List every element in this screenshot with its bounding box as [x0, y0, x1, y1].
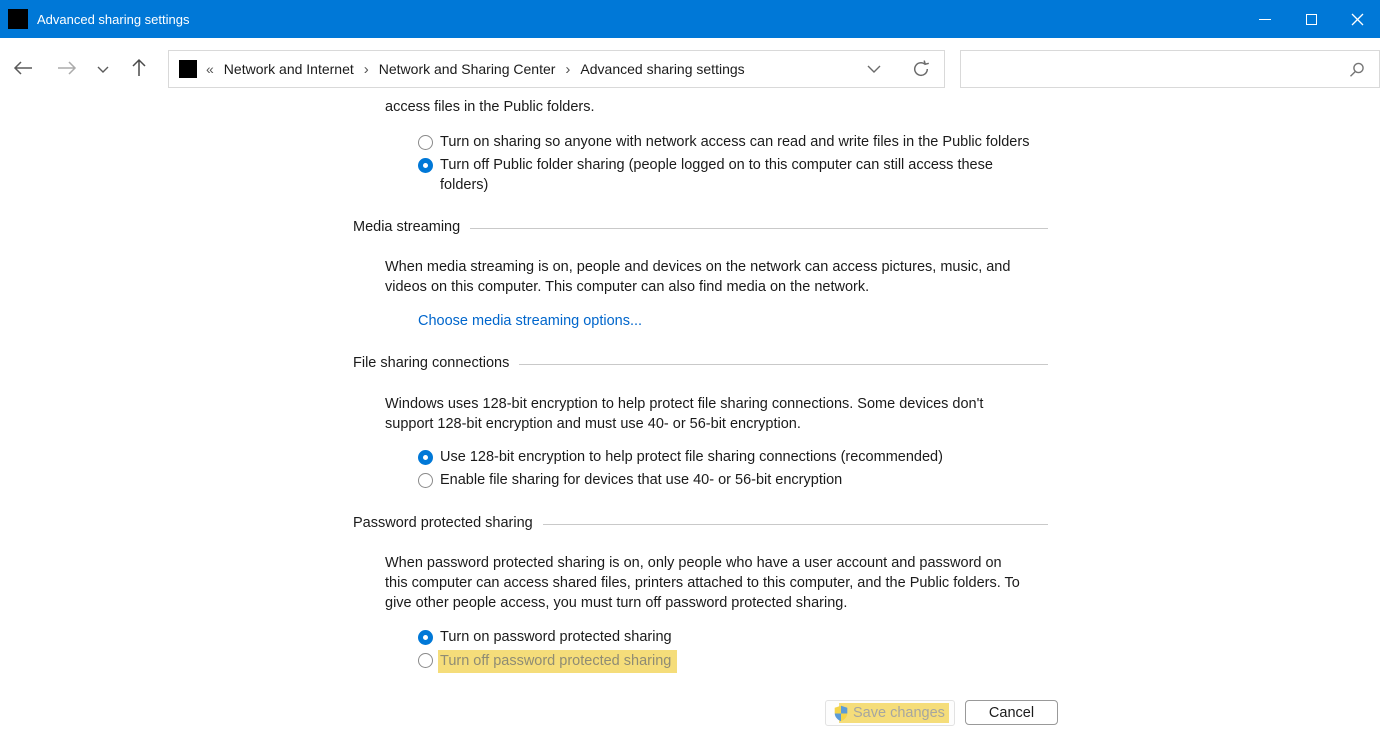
radio-label[interactable]: Turn off Public folder sharing (people l…	[440, 155, 993, 195]
file-sharing-options: Use 128-bit encryption to help protect f…	[418, 447, 943, 493]
up-button[interactable]	[131, 58, 147, 77]
location-icon	[179, 60, 197, 78]
breadcrumb-separator: ›	[364, 61, 369, 78]
back-button[interactable]	[12, 60, 34, 76]
caption-buttons	[1242, 0, 1380, 38]
save-changes-label: Save changes	[853, 705, 945, 721]
close-button[interactable]	[1334, 0, 1380, 38]
breadcrumb-separator: ›	[565, 61, 570, 78]
public-folder-sharing-options: Turn on sharing so anyone with network a…	[418, 132, 1029, 195]
cancel-button[interactable]: Cancel	[965, 700, 1058, 725]
breadcrumb-item-network-and-internet[interactable]: Network and Internet	[224, 61, 354, 77]
section-heading-password-protected-sharing: Password protected sharing	[353, 515, 1048, 531]
minimize-icon	[1259, 19, 1271, 20]
navigation-toolbar: « Network and Internet › Network and Sha…	[0, 38, 1380, 96]
minimize-button[interactable]	[1242, 0, 1288, 38]
radio-label[interactable]: Use 128-bit encryption to help protect f…	[440, 447, 943, 467]
recent-locations-dropdown[interactable]	[97, 66, 109, 74]
app-icon	[8, 9, 28, 29]
radio-row-use-128-bit-encryption[interactable]: Use 128-bit encryption to help protect f…	[418, 447, 943, 470]
radio-button-selected[interactable]	[418, 630, 433, 645]
address-dropdown-icon[interactable]	[867, 65, 881, 74]
password-sharing-description: When password protected sharing is on, o…	[385, 553, 1020, 613]
radio-label[interactable]: Turn on password protected sharing	[440, 627, 672, 647]
maximize-button[interactable]	[1288, 0, 1334, 38]
window-title: Advanced sharing settings	[37, 12, 189, 27]
section-title: File sharing connections	[353, 355, 509, 371]
radio-row-turn-on-password-protected-sharing[interactable]: Turn on password protected sharing	[418, 627, 677, 650]
forward-button[interactable]	[56, 60, 78, 76]
radio-row-turn-off-password-protected-sharing[interactable]: Turn off password protected sharing	[418, 650, 677, 673]
radio-label[interactable]: Turn on sharing so anyone with network a…	[440, 132, 1029, 152]
refresh-icon[interactable]	[911, 59, 931, 79]
save-changes-button[interactable]: Save changes	[825, 700, 955, 726]
section-title: Media streaming	[353, 219, 460, 235]
uac-shield-icon	[833, 705, 849, 722]
titlebar: Advanced sharing settings	[0, 0, 1380, 38]
radio-label[interactable]: Enable file sharing for devices that use…	[440, 470, 842, 490]
password-sharing-options: Turn on password protected sharing Turn …	[418, 627, 677, 673]
section-rule	[519, 364, 1048, 365]
public-folder-description-tail: access files in the Public folders.	[385, 99, 595, 115]
radio-button-selected[interactable]	[418, 450, 433, 465]
radio-row-turn-on-public-folder-sharing[interactable]: Turn on sharing so anyone with network a…	[418, 132, 1029, 155]
radio-button-unselected[interactable]	[418, 653, 433, 668]
breadcrumb-item-network-sharing-center[interactable]: Network and Sharing Center	[379, 61, 556, 77]
close-icon	[1351, 13, 1364, 26]
breadcrumb-overflow-icon[interactable]: «	[206, 61, 214, 77]
section-rule	[470, 228, 1048, 229]
radio-label-highlighted[interactable]: Turn off password protected sharing	[438, 650, 677, 673]
choose-media-streaming-options-link[interactable]: Choose media streaming options...	[418, 313, 642, 329]
section-heading-file-sharing-connections: File sharing connections	[353, 355, 1048, 371]
maximize-icon	[1306, 14, 1317, 25]
advanced-sharing-settings-window: Advanced sharing settings « Network and …	[0, 0, 1380, 733]
address-bar[interactable]: « Network and Internet › Network and Sha…	[168, 50, 945, 88]
search-input[interactable]	[961, 51, 1349, 87]
section-rule	[543, 524, 1048, 525]
radio-button-unselected[interactable]	[418, 473, 433, 488]
media-streaming-description: When media streaming is on, people and d…	[385, 257, 1010, 297]
search-box[interactable]	[960, 50, 1380, 88]
radio-row-enable-40-56-bit-encryption[interactable]: Enable file sharing for devices that use…	[418, 470, 943, 493]
section-title: Password protected sharing	[353, 515, 533, 531]
breadcrumb-item-advanced-sharing-settings[interactable]: Advanced sharing settings	[580, 61, 744, 77]
file-sharing-description: Windows uses 128-bit encryption to help …	[385, 394, 983, 434]
radio-row-turn-off-public-folder-sharing[interactable]: Turn off Public folder sharing (people l…	[418, 155, 1029, 195]
radio-button-selected[interactable]	[418, 158, 433, 173]
section-heading-media-streaming: Media streaming	[353, 219, 1048, 235]
cancel-label: Cancel	[989, 705, 1034, 721]
radio-button-unselected[interactable]	[418, 135, 433, 150]
search-icon	[1349, 61, 1366, 78]
